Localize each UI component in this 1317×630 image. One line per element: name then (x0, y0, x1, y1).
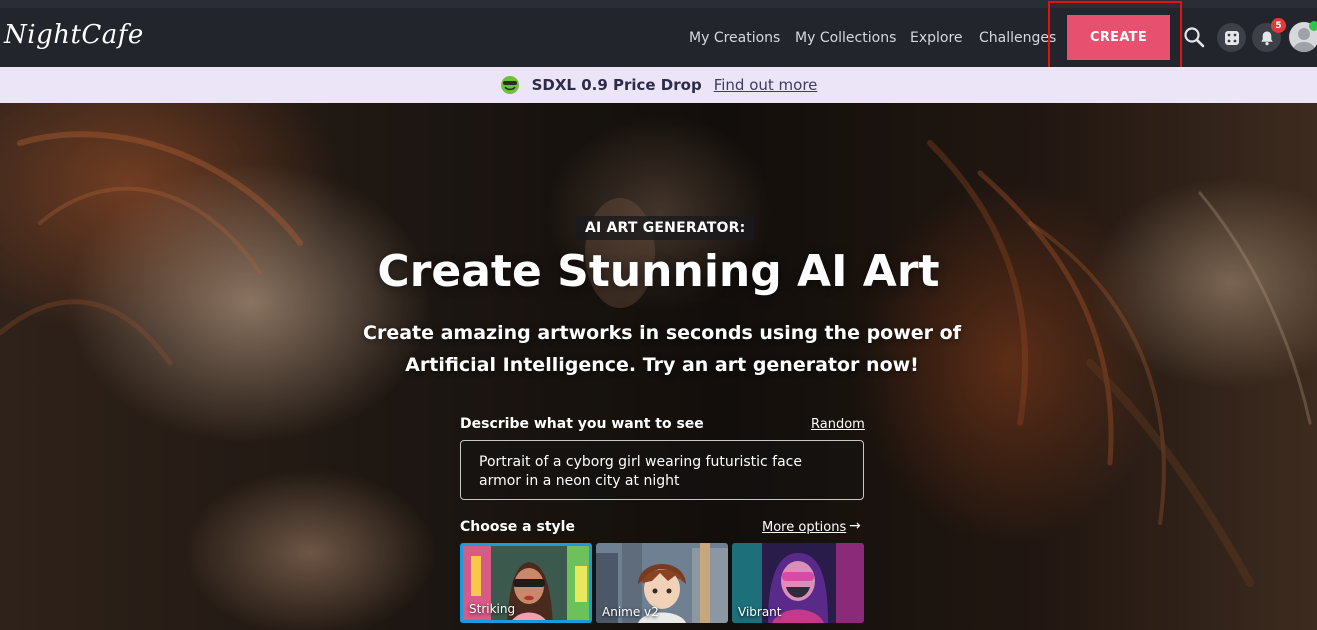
nav-my-collections[interactable]: My Collections (795, 30, 896, 46)
nav-explore[interactable]: Explore (910, 30, 963, 46)
promo-banner: SDXL 0.9 Price Drop Find out more (0, 67, 1317, 103)
style-card-vibrant[interactable]: Vibrant (732, 543, 864, 623)
smiling-face-emoji-icon (500, 76, 519, 94)
notification-badge: 5 (1271, 18, 1286, 33)
banner-title: SDXL 0.9 Price Drop (531, 76, 702, 94)
prompt-input[interactable]: Portrait of a cyborg girl wearing futuri… (460, 440, 864, 500)
create-button[interactable]: CREATE (1067, 15, 1170, 60)
top-navbar: NightCafe My Creations My Collections Ex… (0, 8, 1317, 67)
style-name-anime-v2: Anime v2 (602, 605, 659, 619)
hero-title: Create Stunning AI Art (377, 246, 940, 297)
more-options-link[interactable]: More options (762, 520, 846, 535)
search-icon[interactable] (1183, 26, 1205, 48)
online-status-dot (1309, 21, 1317, 31)
hero-subtitle: Create amazing artworks in seconds using… (363, 322, 961, 376)
nav-my-creations[interactable]: My Creations (689, 30, 780, 46)
find-out-more-link[interactable]: Find out more (714, 76, 818, 94)
style-name-vibrant: Vibrant (738, 605, 782, 619)
dice-button[interactable] (1217, 23, 1246, 52)
nav-challenges[interactable]: Challenges (979, 30, 1056, 46)
random-prompt-link[interactable]: Random (811, 417, 865, 432)
style-name-striking: Striking (469, 602, 516, 616)
browser-top-strip (0, 0, 1317, 8)
hero-eyebrow: AI ART GENERATOR: (576, 216, 755, 240)
style-card-anime-v2[interactable]: Anime v2 (596, 543, 728, 623)
style-label: Choose a style (460, 519, 575, 535)
arrow-right-icon: → (849, 518, 861, 534)
dice-icon (1224, 30, 1239, 45)
hero-section: AI ART GENERATOR: Create Stunning AI Art… (0, 103, 1317, 630)
bell-icon (1260, 31, 1273, 45)
nightcafe-logo[interactable]: NightCafe (4, 20, 144, 50)
style-card-striking[interactable]: Striking (460, 543, 592, 623)
prompt-label: Describe what you want to see (460, 416, 704, 432)
